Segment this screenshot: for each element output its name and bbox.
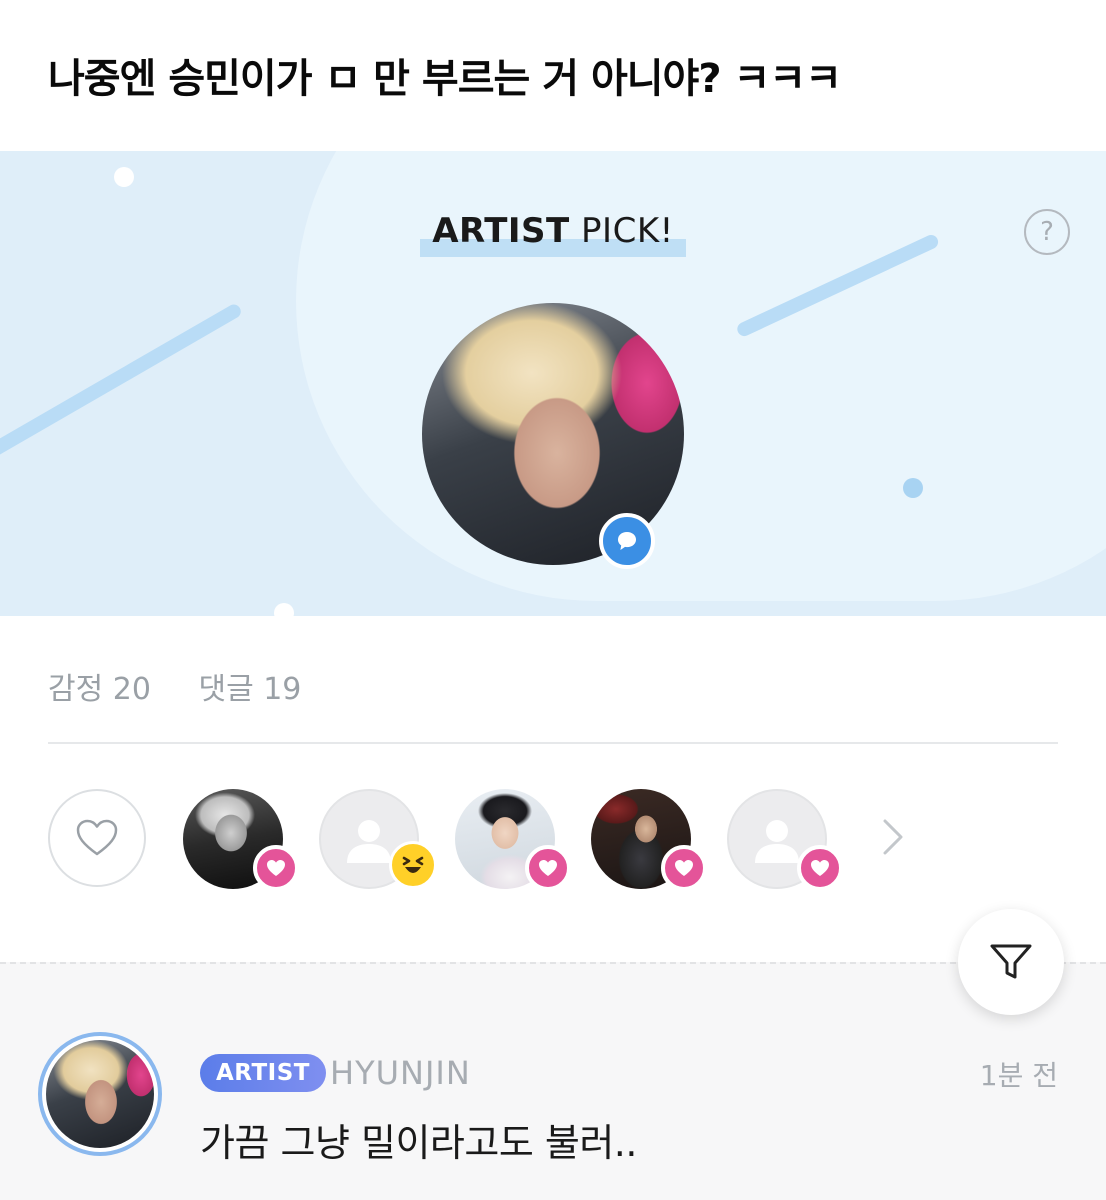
artist-pick-banner: ARTIST PICK! ?: [0, 151, 1106, 616]
reactor-avatar[interactable]: [183, 789, 299, 891]
banner-decoration-stripe: [0, 301, 244, 465]
laughing-emoji-icon: [389, 841, 437, 889]
banner-decoration-dot: [114, 167, 134, 187]
banner-decoration-dot: [274, 603, 294, 616]
heart-outline-icon: [76, 819, 118, 856]
help-icon[interactable]: ?: [1024, 209, 1070, 255]
avatar: [46, 1040, 154, 1148]
reactor-avatar[interactable]: [455, 789, 571, 891]
post-title: 나중엔 승민이가 ㅁ 만 부르는 거 아니야? ㅋㅋㅋ: [48, 56, 842, 102]
post-stats: 감정 20 댓글 19: [48, 664, 339, 708]
reactor-avatar[interactable]: [319, 789, 437, 889]
artist-pick-title: ARTIST PICK!: [0, 211, 1106, 257]
reactor-avatar[interactable]: [727, 789, 843, 891]
comment-count[interactable]: 댓글 19: [198, 672, 301, 707]
chat-bubble-icon: [599, 513, 655, 569]
filter-button[interactable]: [958, 909, 1064, 1015]
artist-badge: ARTIST: [200, 1054, 326, 1092]
heart-reaction-icon: [525, 845, 571, 891]
reactor-avatar[interactable]: [591, 789, 707, 891]
heart-reaction-icon: [661, 845, 707, 891]
like-button[interactable]: [48, 789, 146, 887]
comment-author-avatar[interactable]: [38, 1032, 162, 1156]
banner-decoration-dot: [903, 478, 923, 498]
comment-timestamp: 1분 전: [979, 1059, 1058, 1092]
reactions-row: [48, 789, 1058, 891]
divider: [48, 742, 1058, 744]
filter-funnel-icon: [990, 944, 1032, 979]
chevron-right-icon[interactable]: [880, 817, 906, 861]
comment-text: 가끔 그냥 밀이라고도 불러..: [200, 1121, 637, 1165]
heart-reaction-icon: [253, 845, 299, 891]
heart-reaction-icon: [797, 845, 843, 891]
comment-author-name[interactable]: HYUNJIN: [330, 1054, 471, 1092]
emotion-count[interactable]: 감정 20: [48, 672, 151, 707]
